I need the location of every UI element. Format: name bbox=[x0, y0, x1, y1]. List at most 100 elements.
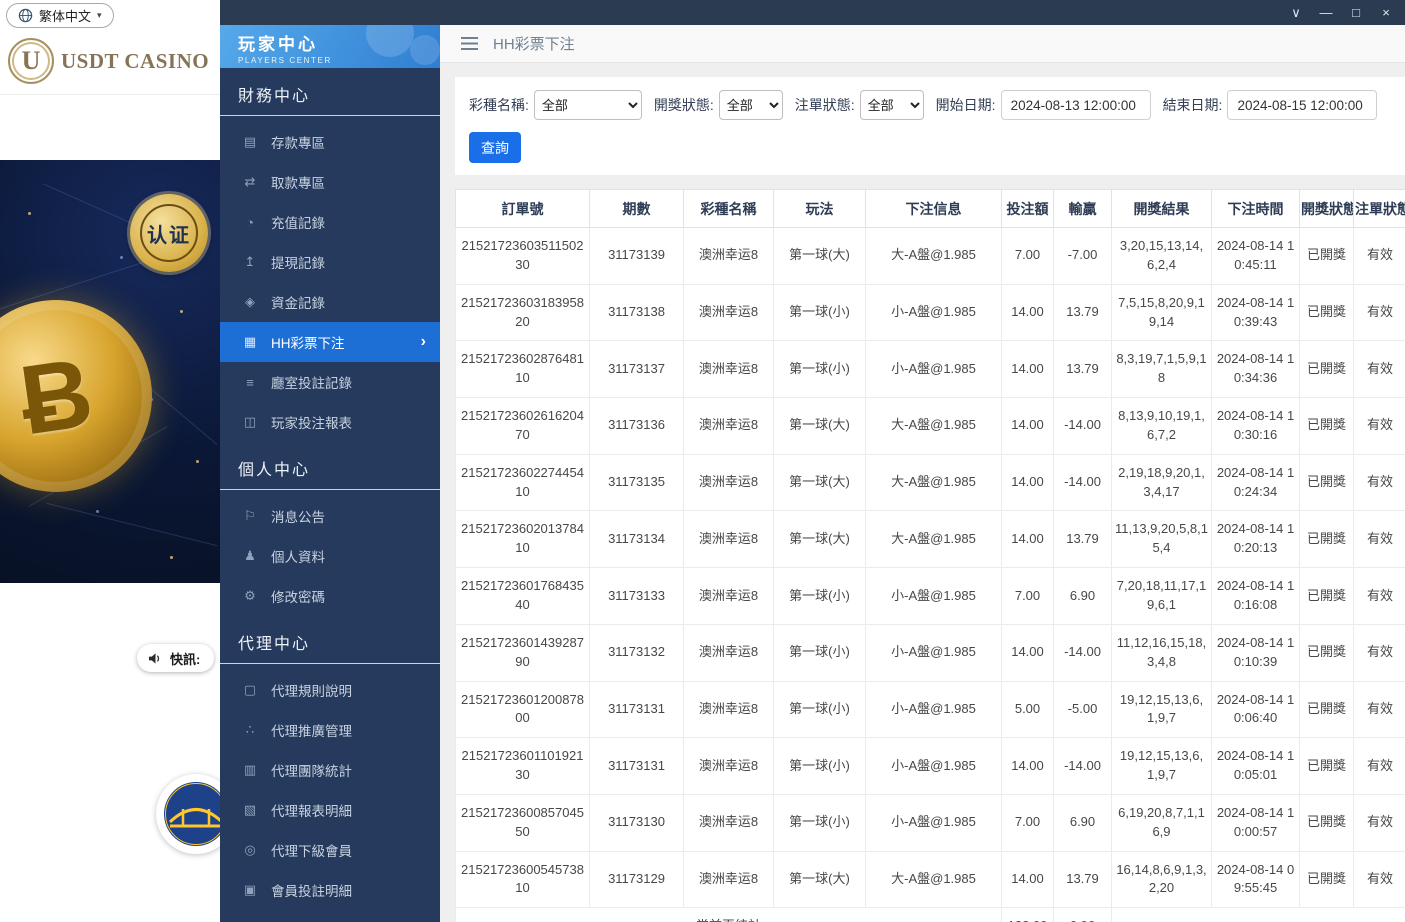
app-window: 繁体中文 ▾ U USDT CASINO Ƀ 认证 bbox=[0, 0, 1405, 922]
table-row: 215217236008570455031173130澳洲幸运8第一球(小)小-… bbox=[456, 794, 1405, 851]
table-row: 215217236031839582031173138澳洲幸运8第一球(小)小-… bbox=[456, 284, 1405, 341]
table-cell: 有效 bbox=[1354, 794, 1405, 851]
sidebar-item[interactable]: ∴ 代理推廣管理 bbox=[220, 710, 440, 750]
table-cell: 2152172360143928790 bbox=[456, 624, 590, 681]
sidebar-item[interactable]: ◔充值記錄 bbox=[220, 202, 440, 242]
table-cell: 第一球(大) bbox=[774, 511, 866, 568]
table-cell: 2152172360287648110 bbox=[456, 341, 590, 398]
sidebar-item[interactable]: ≣會員交易明細 bbox=[220, 910, 440, 922]
query-button[interactable]: 查詢 bbox=[469, 132, 521, 163]
table-cell: -5.00 bbox=[1054, 681, 1112, 738]
table-cell: 已開獎 bbox=[1300, 681, 1354, 738]
table-cell: 14.00 bbox=[1002, 454, 1054, 511]
order-status-select[interactable]: 全部 bbox=[860, 90, 924, 120]
table-cell: 11,13,9,20,5,8,15,4 bbox=[1112, 511, 1212, 568]
chevron-down-icon[interactable]: ∨ bbox=[1281, 0, 1311, 25]
table-cell: 澳洲幸运8 bbox=[684, 794, 774, 851]
table-cell: 澳洲幸运8 bbox=[684, 511, 774, 568]
table-cell: 7,20,18,11,17,19,6,1 bbox=[1112, 568, 1212, 625]
recharge-record-icon: ◔ bbox=[242, 215, 258, 230]
table-cell: 19,12,15,13,6,1,9,7 bbox=[1112, 738, 1212, 795]
sidebar-item-label: 會員投註明細 bbox=[271, 880, 352, 900]
end-date-label: 結束日期: bbox=[1163, 95, 1223, 115]
table-cell: 有效 bbox=[1354, 568, 1405, 625]
agent-team-stats-icon: ▥ bbox=[242, 762, 258, 778]
lottery-name-select[interactable]: 全部 bbox=[534, 90, 642, 120]
table-cell: 澳洲幸运8 bbox=[684, 398, 774, 455]
sidebar-item-label: 消息公告 bbox=[271, 506, 325, 526]
sidebar-item[interactable]: ▣會員投註明細 bbox=[220, 870, 440, 910]
sidebar-item[interactable]: ▦HH彩票下注› bbox=[220, 322, 440, 362]
table-cell: 第一球(小) bbox=[774, 341, 866, 398]
minimize-icon[interactable]: — bbox=[1311, 0, 1341, 25]
table-cell: 第一球(大) bbox=[774, 454, 866, 511]
sidebar-item[interactable]: ⚐消息公告 bbox=[220, 496, 440, 536]
draw-status-label: 開獎狀態: bbox=[654, 95, 714, 115]
sidebar-item-label: 提現記錄 bbox=[271, 252, 325, 272]
table-cell: 13.79 bbox=[1054, 341, 1112, 398]
table-cell: 已開獎 bbox=[1300, 398, 1354, 455]
sidebar-item[interactable]: ▥代理團隊統計 bbox=[220, 750, 440, 790]
table-cell: 2024-08-14 10:00:57 bbox=[1212, 794, 1300, 851]
close-icon[interactable]: × bbox=[1371, 0, 1401, 25]
sidebar-item[interactable]: ⇄取款專區 bbox=[220, 162, 440, 202]
certification-badge: 认证 bbox=[130, 194, 208, 272]
table-row: 215217236005457381031173129澳洲幸运8第一球(大)大-… bbox=[456, 851, 1405, 908]
window-titlebar: ∨—□× bbox=[220, 0, 1405, 25]
table-cell: 已開獎 bbox=[1300, 511, 1354, 568]
table-cell: 已開獎 bbox=[1300, 284, 1354, 341]
table-cell: 31173138 bbox=[590, 284, 684, 341]
draw-status-select[interactable]: 全部 bbox=[719, 90, 783, 120]
sidebar-item-label: 存款專區 bbox=[271, 132, 325, 152]
sidebar-item[interactable]: ◫玩家投注報表 bbox=[220, 402, 440, 442]
sidebar-item-label: 修改密碼 bbox=[271, 586, 325, 606]
sidebar-item[interactable]: ▢代理規則說明 bbox=[220, 670, 440, 710]
table-cell: 澳洲幸运8 bbox=[684, 738, 774, 795]
main-area: HH彩票下注 彩種名稱: 全部 開獎狀態: 全部 bbox=[440, 25, 1405, 922]
table-cell: 第一球(小) bbox=[774, 681, 866, 738]
news-ticker[interactable]: 快訊: bbox=[137, 644, 214, 672]
agent-promotion-icon: ∴ bbox=[242, 722, 258, 738]
sidebar-item-label: 代理下級會員 bbox=[271, 840, 352, 860]
sidebar-item[interactable]: ↥提現記錄 bbox=[220, 242, 440, 282]
sidebar-header: 玩家中心 PLAYERS CENTER bbox=[220, 25, 440, 68]
sidebar-item-label: 代理推廣管理 bbox=[271, 720, 352, 740]
order-status-label: 注單狀態: bbox=[795, 95, 855, 115]
sidebar-item[interactable]: ◈資金記錄 bbox=[220, 282, 440, 322]
table-cell: 已開獎 bbox=[1300, 738, 1354, 795]
table-cell: -14.00 bbox=[1054, 398, 1112, 455]
table-cell: 小-A盤@1.985 bbox=[866, 284, 1002, 341]
end-date-input[interactable] bbox=[1227, 90, 1377, 120]
table-cell: 第一球(大) bbox=[774, 398, 866, 455]
table-cell: 13.79 bbox=[1054, 851, 1112, 908]
table-cell: 澳洲幸运8 bbox=[684, 568, 774, 625]
table-cell: 2024-08-14 10:10:39 bbox=[1212, 624, 1300, 681]
table-cell: 2152172360054573810 bbox=[456, 851, 590, 908]
window-controls: ∨—□× bbox=[1281, 0, 1401, 25]
sidebar-item[interactable]: ▧代理報表明細 bbox=[220, 790, 440, 830]
maximize-icon[interactable]: □ bbox=[1341, 0, 1371, 25]
table-cell: 澳洲幸运8 bbox=[684, 851, 774, 908]
sidebar-item[interactable]: ▤存款專區 bbox=[220, 122, 440, 162]
start-date-input[interactable] bbox=[1001, 90, 1151, 120]
table-cell: -14.00 bbox=[1054, 454, 1112, 511]
table-cell: 大-A盤@1.985 bbox=[866, 851, 1002, 908]
table-row: 215217236020137841031173134澳洲幸运8第一球(大)大-… bbox=[456, 511, 1405, 568]
section-title: 代理中心 bbox=[220, 616, 440, 664]
table-row: 215217236017684354031173133澳洲幸运8第一球(小)小-… bbox=[456, 568, 1405, 625]
table-cell: 31173132 bbox=[590, 624, 684, 681]
sidebar-item[interactable]: ◎代理下級會員 bbox=[220, 830, 440, 870]
table-cell: 小-A盤@1.985 bbox=[866, 341, 1002, 398]
table-cell: 2152172360318395820 bbox=[456, 284, 590, 341]
table-row: 215217236035115023031173139澳洲幸运8第一球(大)大-… bbox=[456, 228, 1405, 285]
column-header: 開獎結果 bbox=[1112, 190, 1212, 228]
table-cell: 2024-08-14 10:20:13 bbox=[1212, 511, 1300, 568]
menu-toggle-icon[interactable] bbox=[461, 37, 478, 50]
right-region: ∨—□× 玩家中心 PLAYERS CENTER 財務中心▤存款專區⇄取款專區◔… bbox=[220, 0, 1405, 922]
sidebar-item[interactable]: ≡廳室投註記錄 bbox=[220, 362, 440, 402]
language-selector[interactable]: 繁体中文 ▾ bbox=[6, 3, 114, 28]
table-row: 215217236012008780031173131澳洲幸运8第一球(小)小-… bbox=[456, 681, 1405, 738]
sidebar-item[interactable]: ♟個人資料 bbox=[220, 536, 440, 576]
table-cell: 14.00 bbox=[1002, 341, 1054, 398]
sidebar-item[interactable]: ⚙修改密碼 bbox=[220, 576, 440, 616]
